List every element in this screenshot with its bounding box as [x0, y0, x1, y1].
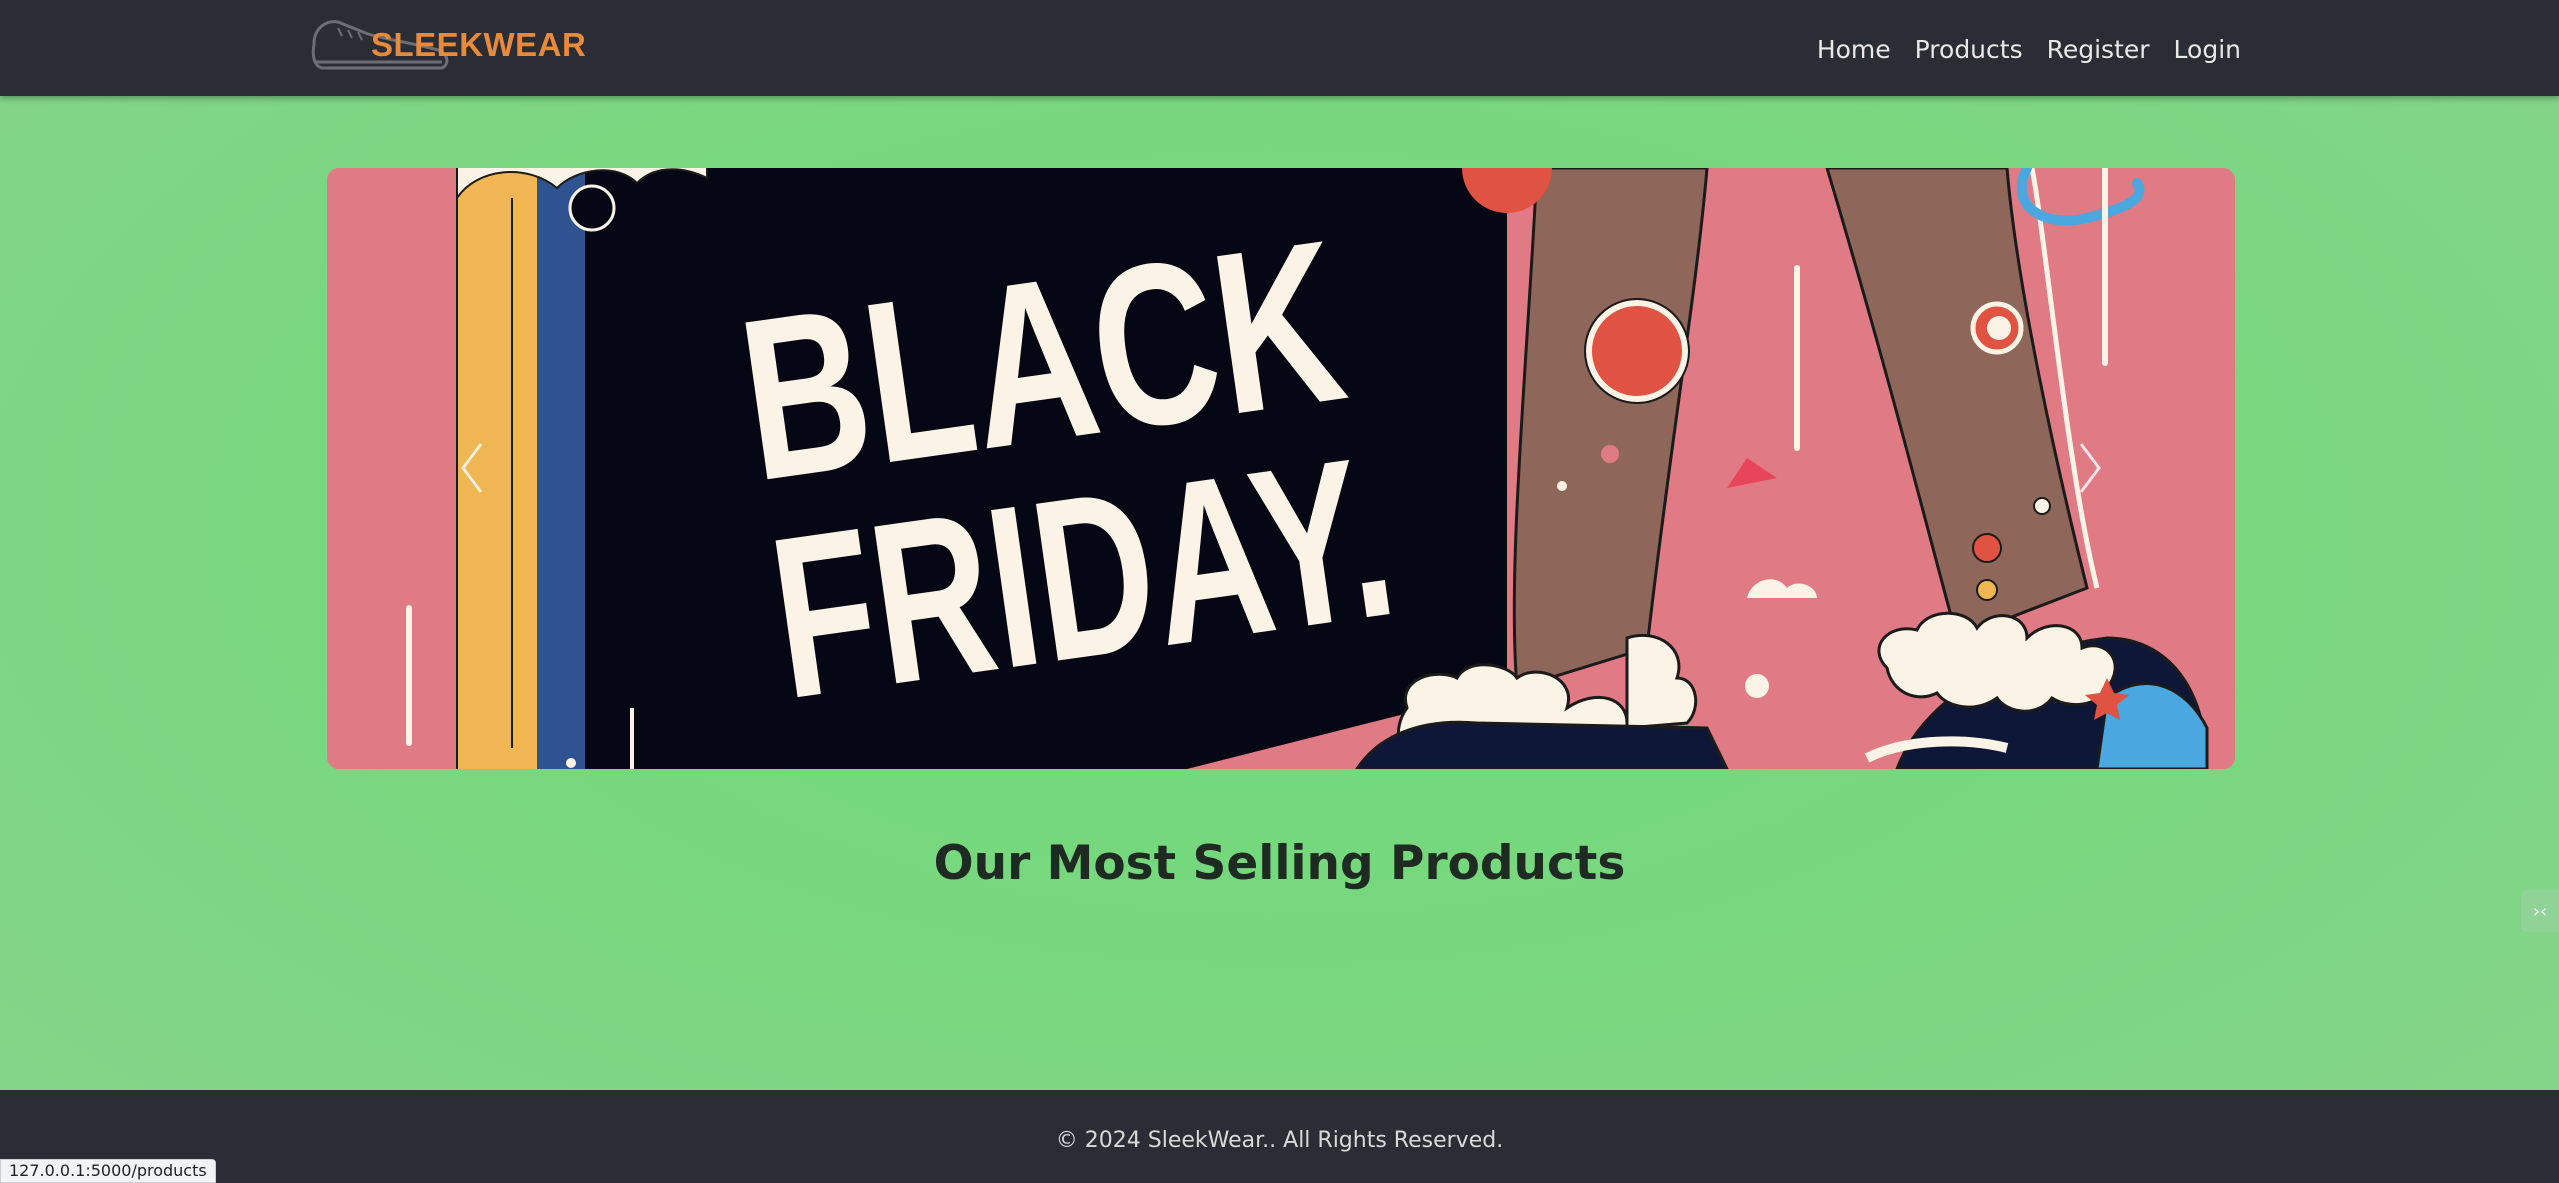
hero-carousel: BLACK FRIDAY.: [327, 168, 2235, 769]
navbar: SLEEKWEAR Home Products Register Login: [0, 0, 2559, 96]
nav-login[interactable]: Login: [2174, 35, 2241, 64]
brand-name: SLEEKWEAR: [371, 26, 587, 63]
chevron-left-icon: [461, 443, 483, 493]
black-friday-banner: BLACK FRIDAY.: [327, 168, 2235, 769]
footer: © 2024 SleekWear.. All Rights Reserved.: [0, 1090, 2559, 1183]
terminal-icon: ›‹: [2532, 900, 2548, 922]
nav-home[interactable]: Home: [1817, 35, 1891, 64]
footer-copyright: © 2024 SleekWear.. All Rights Reserved.: [1055, 1128, 1504, 1153]
section-title: Our Most Selling Products: [933, 836, 1626, 891]
carousel-next-button[interactable]: [2060, 418, 2120, 518]
main-nav: Home Products Register Login: [1817, 0, 2241, 98]
nav-products[interactable]: Products: [1915, 35, 2023, 64]
brand-link[interactable]: SLEEKWEAR: [308, 14, 586, 76]
carousel-prev-button[interactable]: [442, 418, 502, 518]
chevron-right-icon: [2079, 443, 2101, 493]
nav-register[interactable]: Register: [2047, 35, 2150, 64]
status-bar-url: 127.0.0.1:5000/products: [0, 1159, 216, 1183]
side-widget-button[interactable]: ›‹: [2521, 890, 2559, 932]
